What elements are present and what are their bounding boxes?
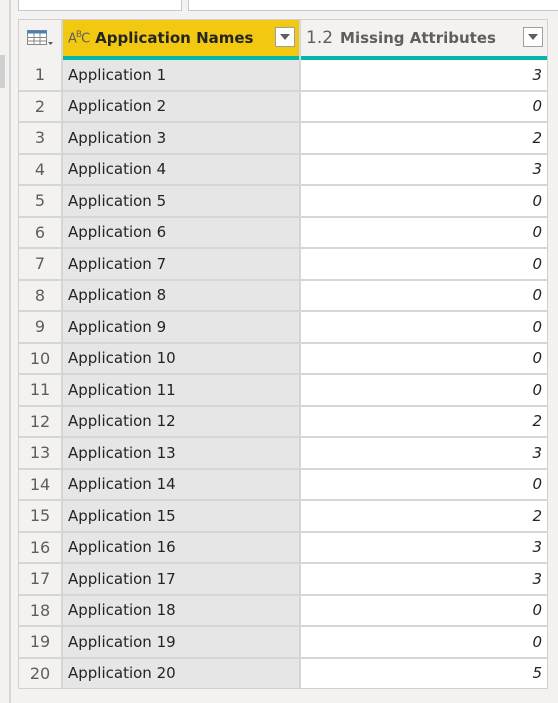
missing-attributes-cell[interactable]: 2 bbox=[301, 404, 547, 436]
row-number[interactable]: 9 bbox=[19, 310, 63, 342]
row-number[interactable]: 10 bbox=[19, 341, 63, 373]
pane-divider[interactable] bbox=[9, 0, 11, 703]
table-row[interactable]: 8 Application 80 bbox=[19, 278, 547, 310]
column-header-label: Application Names bbox=[95, 29, 254, 47]
application-name-cell[interactable]: Application 1 bbox=[63, 60, 301, 90]
missing-attributes-cell[interactable]: 3 bbox=[301, 436, 547, 468]
application-name-cell[interactable]: Application 2 bbox=[63, 89, 301, 121]
row-number[interactable]: 11 bbox=[19, 373, 63, 405]
missing-attributes-cell[interactable]: 2 bbox=[301, 499, 547, 531]
name-box[interactable] bbox=[18, 0, 182, 11]
queries-pane-scrollbar[interactable] bbox=[0, 55, 5, 88]
application-name-cell[interactable]: Application 14 bbox=[63, 467, 301, 499]
table-row[interactable]: 20 Application 20 5 bbox=[19, 656, 547, 688]
row-number[interactable]: 13 bbox=[19, 436, 63, 468]
row-number[interactable]: 17 bbox=[19, 562, 63, 594]
missing-attributes-cell[interactable]: 0 bbox=[301, 215, 547, 247]
row-number[interactable]: 8 bbox=[19, 278, 63, 310]
application-name-cell[interactable]: Application 12 bbox=[63, 404, 301, 436]
column-header-missing-attributes[interactable]: 1.2 Missing Attributes bbox=[301, 20, 547, 56]
application-name-cell[interactable]: Application 17 bbox=[63, 562, 301, 594]
row-number[interactable]: 5 bbox=[19, 184, 63, 216]
table-row[interactable]: 11 Application 11 0 bbox=[19, 373, 547, 405]
table-row[interactable]: 18 Application 18 0 bbox=[19, 593, 547, 625]
formula-bar[interactable] bbox=[188, 0, 558, 11]
missing-attributes-cell[interactable]: 0 bbox=[301, 341, 547, 373]
application-name-cell[interactable]: Application 16 bbox=[63, 530, 301, 562]
table-row[interactable]: 2 Application 20 bbox=[19, 89, 547, 121]
missing-attributes-cell[interactable]: 5 bbox=[301, 656, 547, 688]
missing-attributes-cell[interactable]: 3 bbox=[301, 562, 547, 594]
table-row[interactable]: 10 Application 10 0 bbox=[19, 341, 547, 373]
missing-attributes-cell[interactable]: 0 bbox=[301, 89, 547, 121]
application-name-cell[interactable]: Application 20 bbox=[63, 656, 301, 688]
row-number[interactable]: 4 bbox=[19, 152, 63, 184]
missing-attributes-cell[interactable]: 3 bbox=[301, 530, 547, 562]
application-name-cell[interactable]: Application 13 bbox=[63, 436, 301, 468]
decimal-type-icon[interactable]: 1.2 bbox=[306, 28, 333, 48]
column-header-application-names[interactable]: ABC Application Names bbox=[63, 20, 301, 56]
table-row[interactable]: 14 Application 14 0 bbox=[19, 467, 547, 499]
table-row[interactable]: 13 Application 13 3 bbox=[19, 436, 547, 468]
application-name-cell[interactable]: Application 3 bbox=[63, 121, 301, 153]
table-row[interactable]: 9 Application 90 bbox=[19, 310, 547, 342]
application-name-cell[interactable]: Application 5 bbox=[63, 184, 301, 216]
row-number[interactable]: 19 bbox=[19, 625, 63, 657]
application-name-cell[interactable]: Application 7 bbox=[63, 247, 301, 279]
text-type-icon[interactable]: ABC bbox=[68, 30, 90, 46]
table-row[interactable]: 15 Application 15 2 bbox=[19, 499, 547, 531]
missing-attributes-cell[interactable]: 0 bbox=[301, 310, 547, 342]
missing-attributes-cell[interactable]: 2 bbox=[301, 121, 547, 153]
row-number[interactable]: 7 bbox=[19, 247, 63, 279]
missing-attributes-cell[interactable]: 3 bbox=[301, 152, 547, 184]
missing-attributes-cell[interactable]: 0 bbox=[301, 247, 547, 279]
application-name-cell[interactable]: Application 9 bbox=[63, 310, 301, 342]
chevron-down-icon bbox=[48, 42, 53, 45]
table-row[interactable]: 4 Application 43 bbox=[19, 152, 547, 184]
table-row[interactable]: 7 Application 70 bbox=[19, 247, 547, 279]
row-number[interactable]: 15 bbox=[19, 499, 63, 531]
missing-attributes-cell[interactable]: 3 bbox=[301, 60, 547, 90]
application-name-cell[interactable]: Application 6 bbox=[63, 215, 301, 247]
table-row[interactable]: 1 Application 13 bbox=[19, 60, 547, 90]
column-header-label: Missing Attributes bbox=[340, 29, 496, 47]
table-row[interactable]: 16 Application 16 3 bbox=[19, 530, 547, 562]
row-number[interactable]: 3 bbox=[19, 121, 63, 153]
row-number[interactable]: 2 bbox=[19, 89, 63, 121]
row-number[interactable]: 1 bbox=[19, 60, 63, 90]
table-menu-button[interactable] bbox=[19, 20, 63, 56]
data-grid: ABC Application Names 1.2 Missing Attrib… bbox=[18, 19, 548, 689]
table-row[interactable]: 12 Application 12 2 bbox=[19, 404, 547, 436]
table-row[interactable]: 19 Application 19 0 bbox=[19, 625, 547, 657]
row-number[interactable]: 12 bbox=[19, 404, 63, 436]
application-name-cell[interactable]: Application 15 bbox=[63, 499, 301, 531]
table-row[interactable]: 3 Application 32 bbox=[19, 121, 547, 153]
row-number[interactable]: 16 bbox=[19, 530, 63, 562]
table-row[interactable]: 6 Application 60 bbox=[19, 215, 547, 247]
missing-attributes-cell[interactable]: 0 bbox=[301, 625, 547, 657]
table-row[interactable]: 17 Application 17 3 bbox=[19, 562, 547, 594]
application-name-cell[interactable]: Application 10 bbox=[63, 341, 301, 373]
application-name-cell[interactable]: Application 8 bbox=[63, 278, 301, 310]
missing-attributes-cell[interactable]: 0 bbox=[301, 467, 547, 499]
table-icon bbox=[27, 30, 53, 45]
missing-attributes-cell[interactable]: 0 bbox=[301, 373, 547, 405]
table-row[interactable]: 5 Application 50 bbox=[19, 184, 547, 216]
row-number[interactable]: 18 bbox=[19, 593, 63, 625]
data-table: ABC Application Names 1.2 Missing Attrib… bbox=[19, 20, 547, 688]
application-name-cell[interactable]: Application 19 bbox=[63, 625, 301, 657]
missing-attributes-cell[interactable]: 0 bbox=[301, 593, 547, 625]
missing-attributes-cell[interactable]: 0 bbox=[301, 184, 547, 216]
row-number[interactable]: 6 bbox=[19, 215, 63, 247]
filter-dropdown-button[interactable] bbox=[275, 27, 295, 47]
missing-attributes-cell[interactable]: 0 bbox=[301, 278, 547, 310]
application-name-cell[interactable]: Application 11 bbox=[63, 373, 301, 405]
row-number[interactable]: 20 bbox=[19, 656, 63, 688]
application-name-cell[interactable]: Application 4 bbox=[63, 152, 301, 184]
filter-dropdown-button[interactable] bbox=[523, 27, 543, 47]
application-name-cell[interactable]: Application 18 bbox=[63, 593, 301, 625]
row-number[interactable]: 14 bbox=[19, 467, 63, 499]
